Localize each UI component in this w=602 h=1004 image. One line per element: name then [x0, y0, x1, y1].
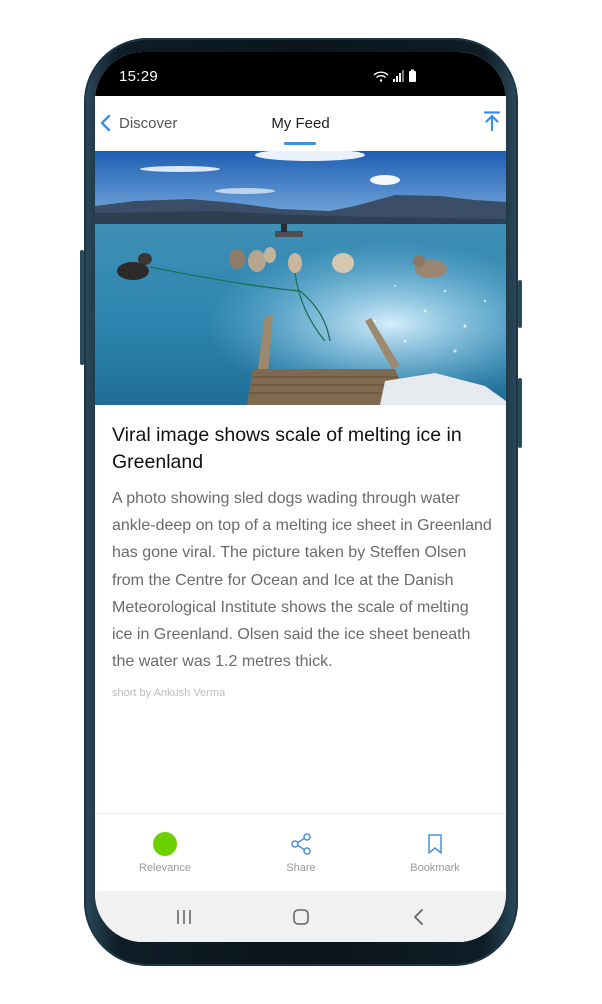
- relevance-label: Relevance: [139, 862, 191, 874]
- relevance-button[interactable]: Relevance: [115, 832, 215, 874]
- article-toolbar: Relevance Share Bookmark: [95, 813, 506, 892]
- volume-button: [80, 250, 84, 365]
- article-headline[interactable]: Viral image shows scale of melting ice i…: [112, 422, 492, 476]
- power-button: [518, 280, 522, 328]
- article-body: A photo showing sled dogs wading through…: [112, 490, 492, 671]
- signal-icon: [393, 70, 404, 82]
- status-bar: 15:29: [95, 52, 506, 96]
- page-title[interactable]: My Feed: [95, 115, 506, 132]
- article: Viral image shows scale of melting ice i…: [112, 422, 492, 699]
- feed-header: Discover My Feed: [95, 96, 506, 151]
- scroll-top-icon[interactable]: [482, 110, 502, 132]
- battery-icon: [409, 69, 416, 82]
- bookmark-icon: [428, 834, 442, 854]
- bookmark-label: Bookmark: [410, 862, 460, 874]
- home-icon[interactable]: [289, 905, 313, 929]
- wifi-icon: [373, 71, 389, 82]
- share-label: Share: [286, 862, 316, 874]
- back-icon[interactable]: [407, 905, 431, 929]
- system-nav-bar: [95, 891, 506, 942]
- bookmark-button[interactable]: Bookmark: [385, 832, 485, 874]
- share-button[interactable]: Share: [251, 832, 351, 874]
- active-tab-indicator: [284, 142, 316, 145]
- relevance-indicator: [153, 832, 177, 856]
- article-byline: short by Ankush Verma: [112, 687, 226, 700]
- recents-icon[interactable]: [172, 905, 196, 929]
- bixby-button: [518, 378, 522, 448]
- article-photo[interactable]: [95, 151, 506, 405]
- screen: 15:29 Discover My Feed Viral image shows…: [95, 52, 506, 942]
- status-icons: [373, 69, 416, 82]
- share-icon: [291, 833, 311, 855]
- status-time: 15:29: [119, 68, 159, 85]
